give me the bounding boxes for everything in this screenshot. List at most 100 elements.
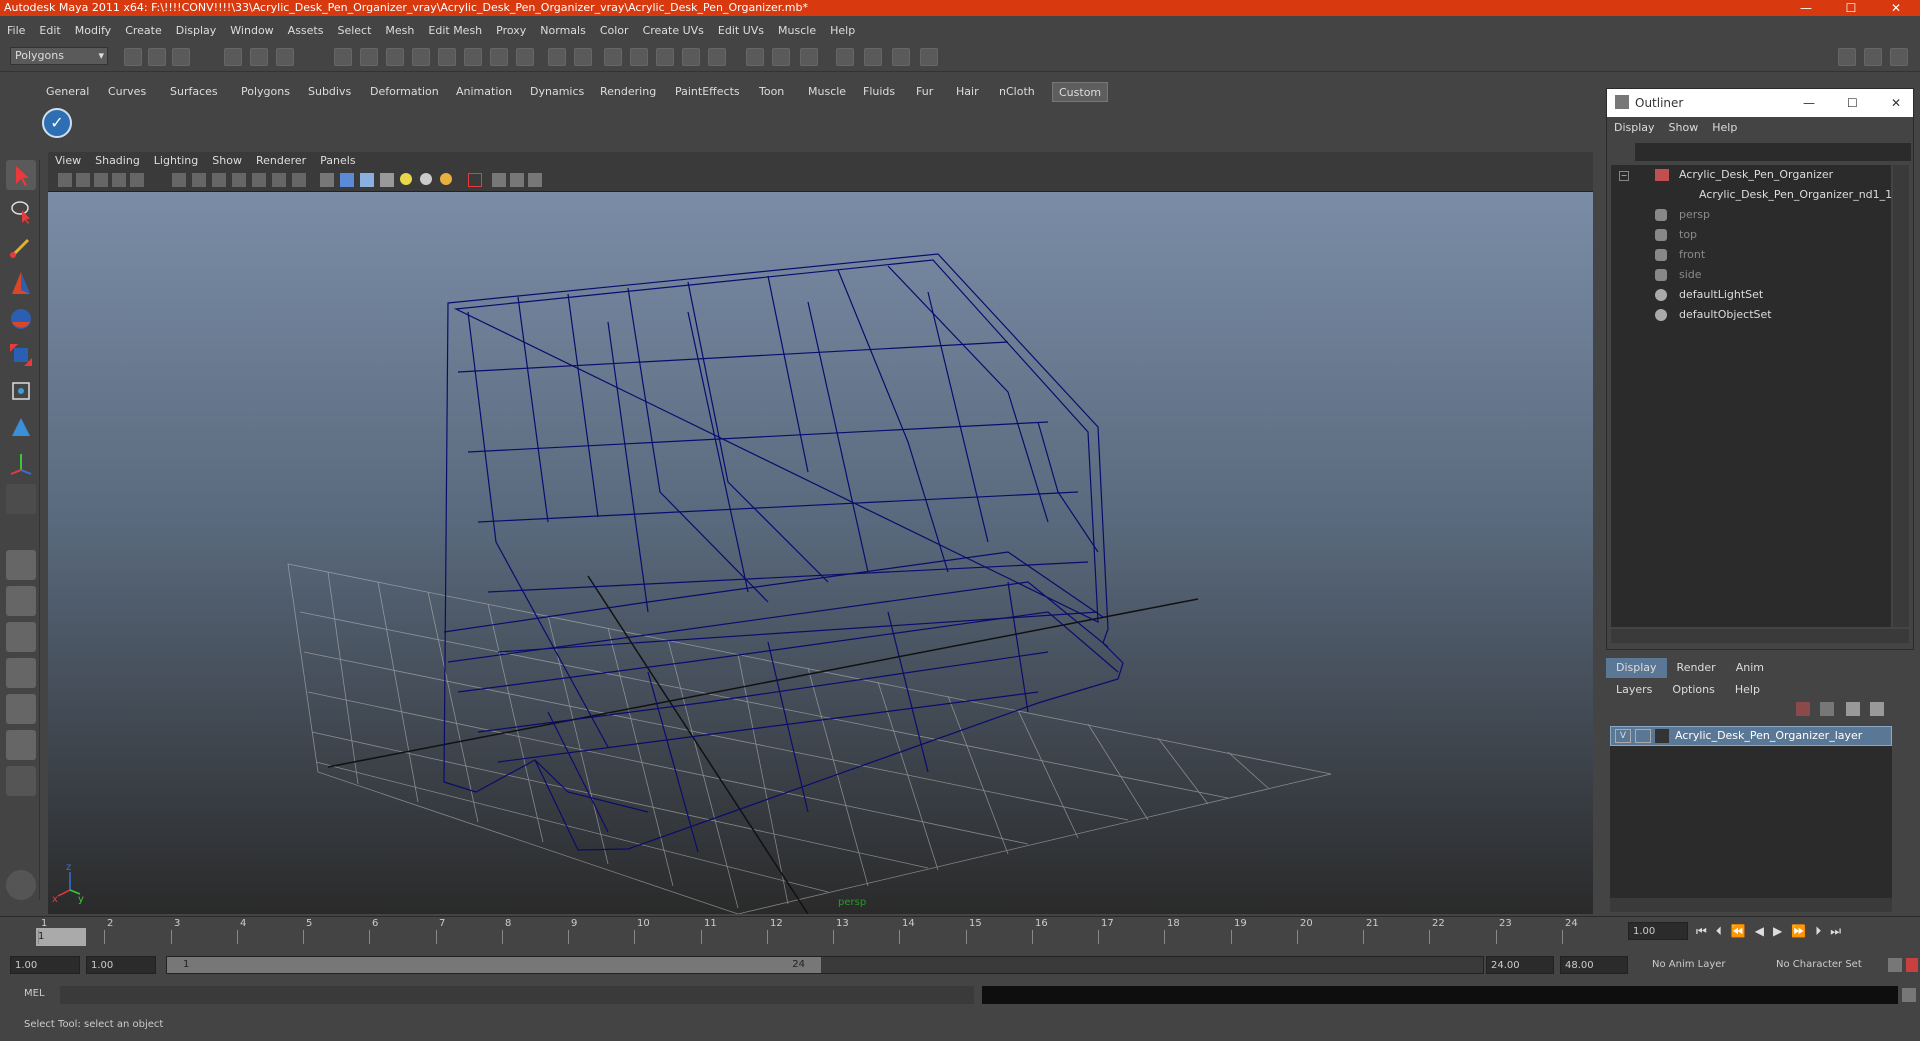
layer-tab-display[interactable]: Display	[1606, 658, 1667, 678]
minimize-button[interactable]: —	[1788, 0, 1824, 16]
move-layer-up-icon[interactable]	[1846, 702, 1860, 716]
menu-edit-uvs[interactable]: Edit UVs	[711, 20, 771, 42]
last-tool-icon[interactable]	[6, 484, 36, 514]
output-icon[interactable]	[574, 48, 592, 66]
rotate-tool-icon[interactable]	[6, 304, 36, 334]
menu-file[interactable]: File	[0, 20, 32, 42]
shelf-tab-custom[interactable]: Custom	[1052, 82, 1109, 102]
layout-four-icon[interactable]	[772, 48, 790, 66]
move-layer-down-icon[interactable]	[1870, 702, 1884, 716]
shelf-tab-toon[interactable]: Toon	[753, 82, 790, 102]
play-forward-icon[interactable]: ▶	[1773, 924, 1791, 938]
field-chart-icon[interactable]	[252, 173, 266, 187]
shelf-tab-muscle[interactable]: Muscle	[802, 82, 852, 102]
shelf-tab-fluids[interactable]: Fluids	[857, 82, 901, 102]
layout-single-perspective-icon[interactable]	[6, 550, 36, 580]
shelf-tab-rendering[interactable]: Rendering	[594, 82, 662, 102]
shelf-tab-polygons[interactable]: Polygons	[235, 82, 296, 102]
textured-icon[interactable]	[380, 173, 394, 187]
wireframe-on-shaded-icon[interactable]	[360, 173, 374, 187]
shelf-tab-deformation[interactable]: Deformation	[364, 82, 445, 102]
menu-create-uvs[interactable]: Create UVs	[636, 20, 711, 42]
shelf-tab-general[interactable]: General	[40, 82, 95, 102]
render-view-icon[interactable]	[604, 48, 622, 66]
character-set-dropdown[interactable]: No Character Set	[1772, 956, 1882, 974]
range-slider-handle[interactable]: 1 24	[167, 957, 821, 973]
xray-joints-icon[interactable]	[510, 173, 524, 187]
attribute-editor-toggle-icon[interactable]	[1838, 48, 1856, 66]
viewport-menu-shading[interactable]: Shading	[88, 152, 147, 170]
snap-plane-icon[interactable]	[412, 48, 430, 66]
outliner-vertical-scrollbar[interactable]	[1893, 165, 1909, 627]
outliner-item-persp[interactable]: persp	[1679, 205, 1710, 225]
new-scene-icon[interactable]	[124, 48, 142, 66]
go-to-start-icon[interactable]: ⏮	[1696, 924, 1716, 938]
menu-assets[interactable]: Assets	[281, 20, 331, 42]
save-scene-icon[interactable]	[172, 48, 190, 66]
shelf-tab-surfaces[interactable]: Surfaces	[164, 82, 224, 102]
animation-end-field[interactable]: 48.00	[1560, 956, 1628, 974]
wireframe-mode-icon[interactable]	[320, 173, 334, 187]
viewport-menu-lighting[interactable]: Lighting	[147, 152, 205, 170]
lasso-tool-icon[interactable]	[6, 196, 36, 226]
scale-tool-icon[interactable]	[6, 340, 36, 370]
playback-start-field[interactable]: 1.00	[86, 956, 156, 974]
outliner-maximize-button[interactable]: ☐	[1847, 89, 1858, 117]
menu-edit-mesh[interactable]: Edit Mesh	[421, 20, 489, 42]
script-editor-icon[interactable]	[1902, 988, 1916, 1002]
shelf-tab-curves[interactable]: Curves	[102, 82, 152, 102]
menu-create[interactable]: Create	[118, 20, 169, 42]
shadows-icon[interactable]	[440, 173, 452, 185]
go-to-end-icon[interactable]: ⏭	[1830, 924, 1850, 938]
outliner-menu-display[interactable]: Display	[1607, 117, 1662, 139]
current-time-field[interactable]: 1.00	[1628, 922, 1688, 940]
shelf-tab-dynamics[interactable]: Dynamics	[524, 82, 590, 102]
quick-layout-icon[interactable]	[6, 870, 36, 900]
outliner-item-organizer[interactable]: Acrylic_Desk_Pen_Organizer	[1679, 165, 1833, 185]
safe-action-icon[interactable]	[272, 173, 286, 187]
viewport-menu-panels[interactable]: Panels	[313, 152, 362, 170]
step-back-icon[interactable]: ⏴	[1716, 924, 1731, 938]
collapse-toggle-icon[interactable]: −	[1619, 171, 1629, 181]
outliner-item-default-light-set[interactable]: defaultLightSet	[1679, 285, 1763, 305]
maximize-button[interactable]: ☐	[1833, 0, 1869, 16]
tool-settings-icon[interactable]	[920, 48, 938, 66]
outliner-item-default-object-set[interactable]: defaultObjectSet	[1679, 305, 1772, 325]
checkmark-shelf-icon[interactable]: ✓	[42, 108, 72, 138]
layer-menu-options[interactable]: Options	[1662, 680, 1724, 700]
viewport-menu-show[interactable]: Show	[205, 152, 249, 170]
anim-layer-dropdown[interactable]: No Anim Layer	[1648, 956, 1752, 974]
xray-icon[interactable]	[492, 173, 506, 187]
animation-start-field[interactable]: 1.00	[10, 956, 80, 974]
menu-edit[interactable]: Edit	[32, 20, 67, 42]
paint-select-tool-icon[interactable]	[6, 232, 36, 262]
two-d-pan-icon[interactable]	[130, 173, 144, 187]
layer-menu-help[interactable]: Help	[1725, 680, 1770, 700]
layer-display-type-toggle[interactable]	[1635, 729, 1651, 743]
layer-tab-anim[interactable]: Anim	[1726, 658, 1774, 678]
layer-visibility-toggle[interactable]: V	[1615, 729, 1631, 743]
select-component-icon[interactable]	[276, 48, 294, 66]
layout-persp-trax-icon[interactable]	[6, 730, 36, 760]
channel-box-icon[interactable]	[800, 48, 818, 66]
layout-single-icon[interactable]	[746, 48, 764, 66]
camera-attributes-icon[interactable]	[76, 173, 90, 187]
outliner-toggle-icon[interactable]	[836, 48, 854, 66]
layout-hypershade-icon[interactable]	[6, 694, 36, 724]
layout-persp-outliner-icon[interactable]	[6, 622, 36, 652]
shelf-tab-subdivs[interactable]: Subdivs	[302, 82, 357, 102]
step-back-key-icon[interactable]: ⏪	[1731, 924, 1755, 938]
shelf-tab-painteffects[interactable]: PaintEffects	[669, 82, 746, 102]
smooth-shade-icon[interactable]	[340, 173, 354, 187]
layer-editor-toggle-icon[interactable]	[1890, 48, 1908, 66]
image-plane-icon[interactable]	[112, 173, 126, 187]
auto-key-icon[interactable]	[1888, 958, 1902, 972]
channel-box-toggle-icon[interactable]	[1864, 48, 1882, 66]
shelf-tab-hair[interactable]: Hair	[950, 82, 985, 102]
step-forward-key-icon[interactable]: ⏩	[1791, 924, 1815, 938]
layout-persp-graph-icon[interactable]	[6, 658, 36, 688]
ipr-render-icon[interactable]	[656, 48, 674, 66]
dope-sheet-icon[interactable]	[892, 48, 910, 66]
layer-tab-render[interactable]: Render	[1667, 658, 1726, 678]
layer-horizontal-scrollbar[interactable]	[1610, 898, 1892, 912]
